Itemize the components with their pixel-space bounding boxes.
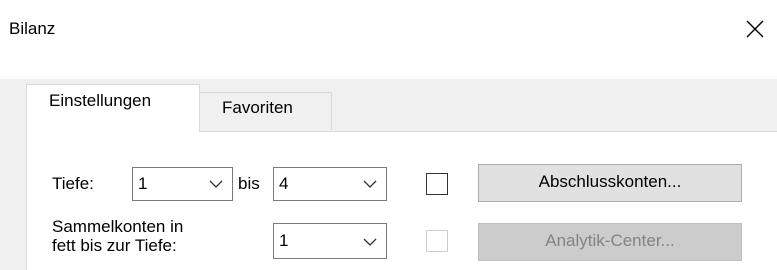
analytics-center-checkbox [426,230,448,252]
closing-accounts-button[interactable]: Abschlusskonten... [478,164,742,202]
depth-to-value: 4 [279,174,289,193]
tab-favoriten[interactable]: Favoriten [200,92,332,130]
chevron-down-icon [363,238,377,246]
depth-to-select[interactable]: 4 [273,167,387,201]
tab-favoriten-label: Favoriten [222,98,293,117]
bilanz-dialog: Bilanz Einstellungen Favoriten Tiefe: 1 … [0,0,777,270]
analytics-center-button: Analytik-Center... [478,223,742,261]
collective-accounts-label-line1: Sammelkonten in [52,217,184,236]
chevron-down-icon [209,180,223,188]
to-label: bis [238,174,260,193]
depth-from-select[interactable]: 1 [132,167,233,201]
bold-depth-select[interactable]: 1 [273,223,387,259]
tab-einstellungen-label: Einstellungen [49,91,152,110]
close-button[interactable] [744,18,766,40]
depth-label: Tiefe: [52,174,94,193]
close-icon [746,20,764,38]
window-title: Bilanz [9,19,56,38]
closing-accounts-checkbox[interactable] [426,173,448,195]
chevron-down-icon [363,180,377,188]
tab-einstellungen[interactable]: Einstellungen [26,84,200,132]
bold-depth-value: 1 [279,231,289,250]
depth-from-value: 1 [138,174,148,193]
collective-accounts-label-line2: fett bis zur Tiefe: [52,236,177,255]
